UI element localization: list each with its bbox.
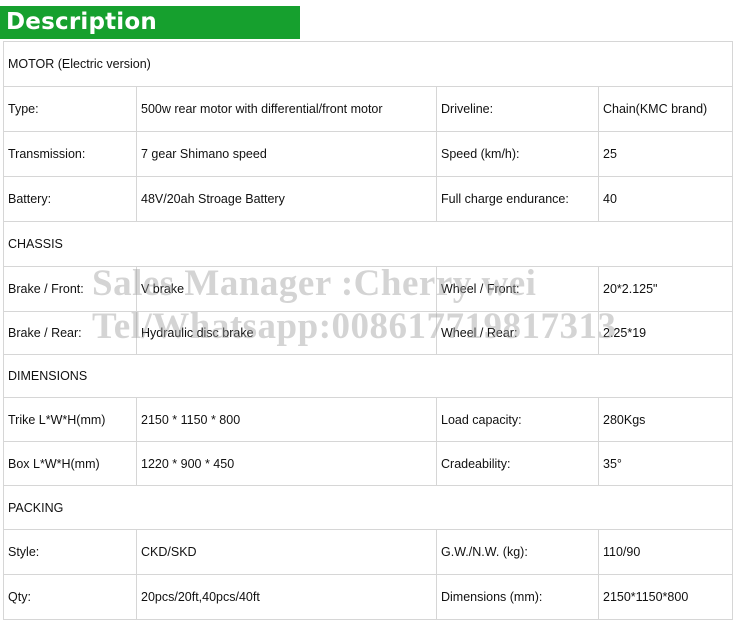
spec-label: Brake / Rear:: [3, 311, 137, 355]
description-title: Description: [6, 9, 157, 35]
spec-value: CKD/SKD: [136, 529, 437, 575]
spec-label: Battery:: [3, 176, 137, 222]
spec-label: Transmission:: [3, 131, 137, 177]
spec-value: 40: [597, 176, 734, 222]
spec-value: 280Kgs: [597, 397, 734, 442]
table-row: Type: 500w rear motor with differential/…: [3, 86, 734, 132]
spec-value: 1220 * 900 * 450: [136, 441, 437, 486]
spec-value: 7 gear Shimano speed: [136, 131, 437, 177]
section-row-chassis: CHASSIS: [2, 221, 734, 267]
table-row: Battery: 48V/20ah Stroage Battery Full c…: [3, 176, 734, 222]
section-row-dimensions: DIMENSIONS: [2, 354, 734, 398]
table-row: Trike L*W*H(mm) 2150 * 1150 * 800 Load c…: [3, 397, 734, 442]
spec-value: 110/90: [597, 529, 734, 575]
spec-value: 35°: [597, 441, 734, 486]
section-header-chassis: CHASSIS: [2, 221, 734, 267]
spec-label: Wheel / Rear:: [436, 311, 599, 355]
spec-label: Load capacity:: [436, 397, 599, 442]
table-row: Style: CKD/SKD G.W./N.W. (kg): 110/90: [3, 529, 734, 575]
spec-table: MOTOR (Electric version) Type: 500w rear…: [2, 41, 734, 620]
spec-label: Wheel / Front:: [436, 266, 599, 312]
table-row: Transmission: 7 gear Shimano speed Speed…: [3, 131, 734, 177]
section-row-packing: PACKING: [2, 485, 734, 530]
table-row: Box L*W*H(mm) 1220 * 900 * 450 Cradeabil…: [3, 441, 734, 486]
spec-label: Type:: [3, 86, 137, 132]
spec-label: Style:: [3, 529, 137, 575]
table-row: Brake / Front: V brake Wheel / Front: 20…: [3, 266, 734, 312]
spec-label: Cradeability:: [436, 441, 599, 486]
spec-value: 20*2.125": [597, 266, 734, 312]
spec-label: Driveline:: [436, 86, 599, 132]
spec-value: 2150 * 1150 * 800: [136, 397, 437, 442]
spec-label: G.W./N.W. (kg):: [436, 529, 599, 575]
spec-value: Hydraulic disc brake: [136, 311, 437, 355]
spec-value: 500w rear motor with differential/front …: [136, 86, 437, 132]
spec-value: 2.25*19: [597, 311, 734, 355]
description-banner: Description: [0, 6, 300, 39]
section-row-motor: MOTOR (Electric version): [2, 41, 734, 87]
spec-label: Brake / Front:: [3, 266, 137, 312]
spec-label: Speed (km/h):: [436, 131, 599, 177]
section-header-packing: PACKING: [2, 485, 734, 530]
section-header-dimensions: DIMENSIONS: [2, 354, 734, 398]
table-row: Brake / Rear: Hydraulic disc brake Wheel…: [3, 311, 734, 355]
spec-label: Trike L*W*H(mm): [3, 397, 137, 442]
spec-label: Box L*W*H(mm): [3, 441, 137, 486]
section-header-motor: MOTOR (Electric version): [2, 41, 734, 87]
spec-value: V brake: [136, 266, 437, 312]
spec-value: Chain(KMC brand): [597, 86, 734, 132]
spec-label: Full charge endurance:: [436, 176, 599, 222]
spec-value: 25: [597, 131, 734, 177]
spec-value: 48V/20ah Stroage Battery: [136, 176, 437, 222]
